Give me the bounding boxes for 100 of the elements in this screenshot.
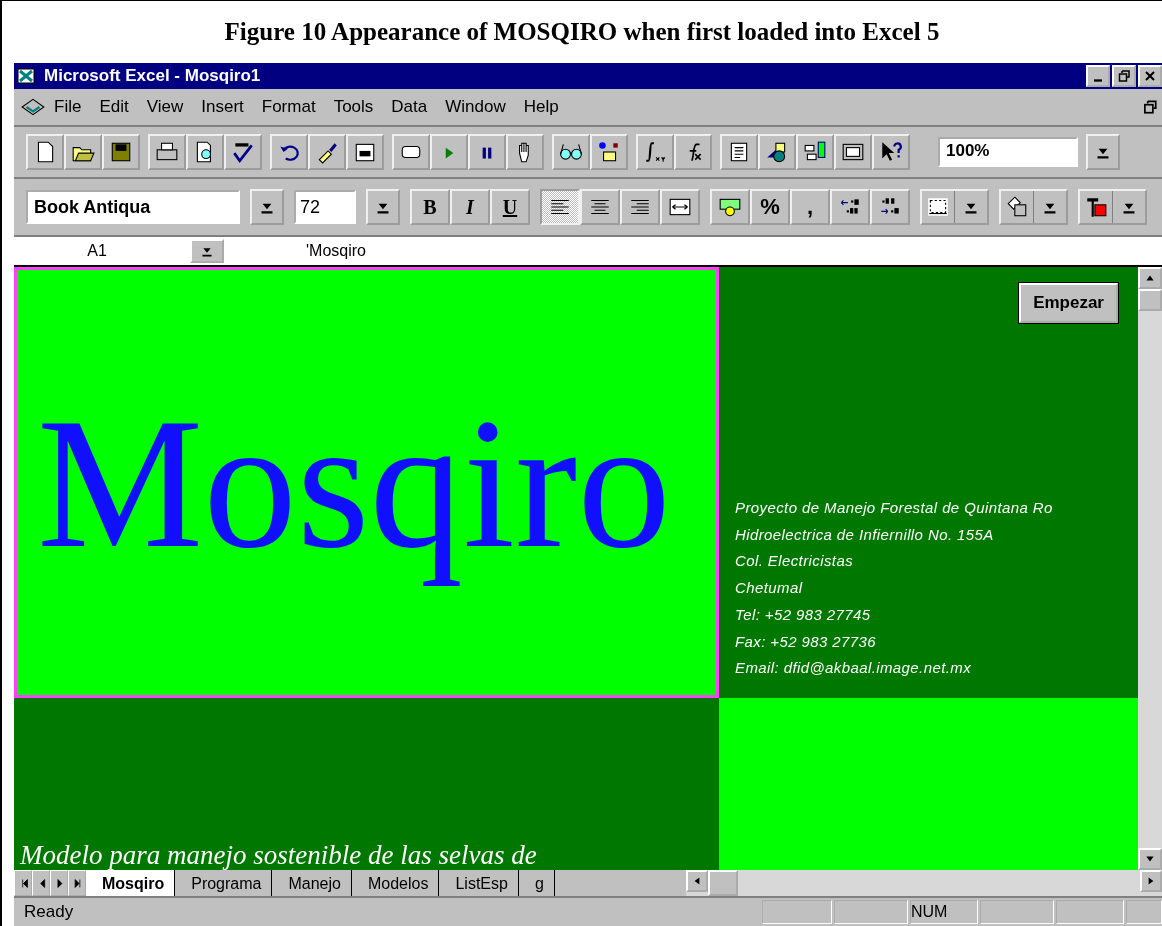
status-panel (1126, 900, 1162, 924)
sheet-tab[interactable]: Modelos (351, 870, 440, 896)
toolbar-button[interactable] (506, 134, 544, 170)
toolbar-button[interactable] (224, 134, 262, 170)
toolbar-button[interactable] (796, 134, 834, 170)
scroll-down-icon[interactable] (1138, 848, 1162, 870)
document-icon[interactable] (20, 96, 46, 118)
style-button[interactable]: I (450, 189, 490, 225)
menu-item[interactable]: Format (255, 97, 328, 117)
style-button[interactable]: U (490, 189, 530, 225)
menu-item[interactable]: Data (385, 97, 440, 117)
figure-caption: Figure 10 Appearance of MOSQIRO when first loaded into Excel 5 (223, 17, 941, 47)
toolbar-button[interactable] (872, 134, 910, 170)
dialog-icon (597, 140, 621, 164)
address-line: Chetumal (735, 578, 804, 599)
number-format-button[interactable]: , (790, 189, 830, 225)
name-box[interactable]: A1 (14, 242, 190, 260)
toolbar-button[interactable] (64, 134, 102, 170)
toolbar-button[interactable] (552, 134, 590, 170)
sheet-tab[interactable]: ListEsp (439, 870, 519, 896)
restore-button[interactable] (1112, 65, 1136, 87)
restore-icon[interactable] (1142, 99, 1158, 115)
vertical-scrollbar[interactable] (1138, 267, 1162, 870)
horizontal-scrollbar[interactable] (686, 870, 1162, 896)
menu-item[interactable]: Tools (327, 97, 386, 117)
align-button[interactable] (660, 189, 700, 225)
toolbar-button[interactable] (186, 134, 224, 170)
align-button[interactable] (580, 189, 620, 225)
num-lock-indicator: NUM (910, 900, 978, 924)
sheet-tab[interactable]: g (518, 870, 555, 896)
dropdown-button[interactable] (1086, 134, 1120, 170)
cell-text: Modelo para manejo sostenible de las selvas de (18, 840, 537, 870)
borders-icon (926, 195, 950, 219)
address-line: Col. Electricistas (735, 551, 855, 572)
dropdown-button[interactable] (366, 189, 400, 225)
sheet-cell[interactable]: Modelo para manejo sostenible de las selvas de (14, 698, 719, 870)
toolbar-button[interactable] (102, 134, 140, 170)
align-button[interactable] (620, 189, 660, 225)
scroll-left-icon[interactable] (686, 870, 708, 892)
dropdown-button[interactable] (250, 189, 284, 225)
sheet-nav-icon[interactable] (68, 870, 86, 896)
toolbar-button[interactable] (636, 134, 674, 170)
sum-icon (643, 140, 667, 164)
toolbar-button[interactable] (758, 134, 796, 170)
number-format-button[interactable]: % (750, 189, 790, 225)
toolbar-button[interactable] (26, 134, 64, 170)
cell-text: Mosqiro (37, 377, 672, 588)
minimize-icon (1094, 78, 1102, 82)
sheet-tab[interactable]: Programa (175, 870, 273, 896)
toolbar-button[interactable] (720, 134, 758, 170)
sheet-nav-icon[interactable] (32, 870, 50, 896)
menu-item[interactable]: Edit (93, 97, 141, 117)
font-color-icon (1084, 195, 1108, 219)
palette-button[interactable] (1078, 189, 1147, 225)
sheet-nav-icon[interactable] (50, 870, 68, 896)
menu-item[interactable]: Help (517, 97, 571, 117)
sheet-cell[interactable]: Empezar Proyecto de Manejo Forestal de Quintana Ro Hidroelectrica de Infiernillo No. 155A Col. Electricistas Chetumal Tel: +52 983 27745 Fax: +52 983 27736 Email: dfid@akbaal.image.net.mx (719, 267, 1138, 698)
toolbar-button[interactable] (674, 134, 712, 170)
address-line: Proyecto de Manejo Forestal de Quintana Ro (735, 498, 1054, 518)
toolbar-button[interactable] (270, 134, 308, 170)
palette-button[interactable] (920, 189, 989, 225)
style-button[interactable]: B (410, 189, 450, 225)
close-button[interactable] (1138, 65, 1162, 87)
palette-button[interactable] (999, 189, 1068, 225)
sheet-nav-icon[interactable] (14, 870, 32, 896)
sheet-cell[interactable] (719, 698, 1138, 870)
sheet-tab[interactable]: Mosqiro (86, 870, 176, 896)
scroll-right-icon[interactable] (1140, 870, 1162, 892)
scroll-up-icon[interactable] (1138, 267, 1162, 289)
restore-icon (1117, 69, 1131, 83)
zoom-field[interactable]: 100% (938, 137, 1078, 167)
address-line: Tel: +52 983 27745 (735, 604, 872, 625)
scroll-thumb[interactable] (1138, 289, 1162, 311)
sheet-cell[interactable]: Mosqiro (14, 267, 719, 698)
start-button[interactable]: Empezar (1019, 283, 1118, 323)
menu-item[interactable]: Insert (195, 97, 256, 117)
toolbar-button[interactable] (346, 134, 384, 170)
toolbar-button[interactable] (870, 189, 910, 225)
minimize-button[interactable] (1086, 65, 1110, 87)
toolbar-button[interactable] (308, 134, 346, 170)
font-field[interactable]: Book Antiqua (26, 190, 240, 224)
spell-icon (231, 140, 255, 164)
font-size-field[interactable]: 72 (294, 190, 356, 224)
menu-item[interactable]: File (52, 97, 94, 117)
menu-item[interactable]: Window (439, 97, 518, 117)
fill-color-icon (1005, 195, 1029, 219)
toolbar-button[interactable] (590, 134, 628, 170)
toolbar-button[interactable] (392, 134, 430, 170)
scroll-thumb[interactable] (708, 870, 738, 896)
toolbar-button[interactable] (148, 134, 186, 170)
menu-item[interactable]: View (140, 97, 196, 117)
formula-field[interactable]: 'Mosqiro (306, 242, 366, 260)
toolbar-button[interactable] (834, 134, 872, 170)
toolbar-button[interactable] (830, 189, 870, 225)
toolbar-button[interactable] (710, 189, 750, 225)
address-line: Hidroelectrica de Infiernillo No. 155A (735, 524, 995, 545)
align-button[interactable] (540, 189, 580, 225)
sheet-tab[interactable]: Manejo (272, 870, 352, 896)
status-text: Ready (24, 902, 75, 922)
toolbar-button[interactable] (468, 134, 506, 170)
